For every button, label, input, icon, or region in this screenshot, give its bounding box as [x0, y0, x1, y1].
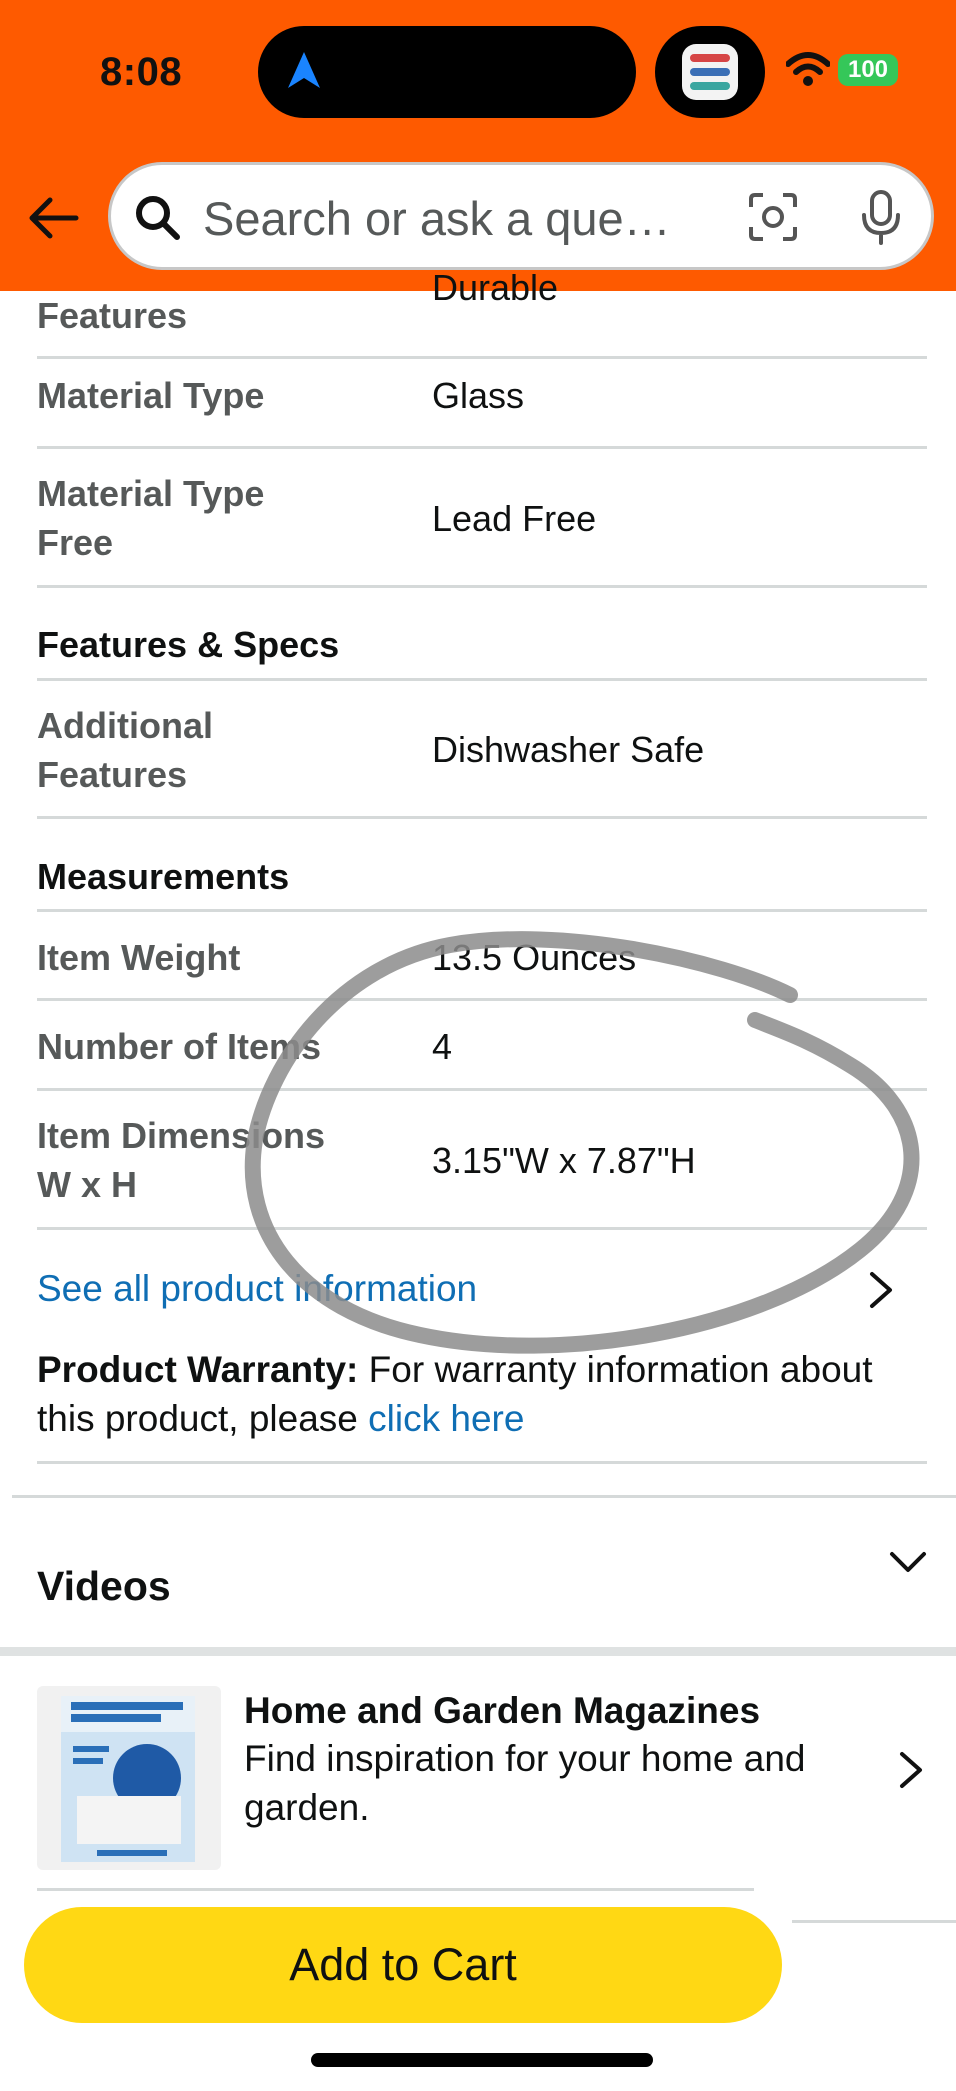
add-to-cart-button[interactable]: Add to Cart: [24, 1907, 782, 2023]
magazine-cover-art: [61, 1696, 195, 1862]
spec-label-material-type: Material Type: [37, 375, 265, 416]
row-divider: [37, 909, 927, 912]
back-arrow-icon[interactable]: [26, 190, 82, 246]
top-header: 8:08 100 Search or ask a que…: [0, 0, 956, 291]
row-divider: [37, 678, 927, 681]
search-bar[interactable]: Search or ask a que…: [108, 162, 934, 270]
spec-label-additional-1: Additional: [37, 705, 213, 746]
spec-label-dimensions-2: W x H: [37, 1164, 138, 1205]
app-icon[interactable]: [682, 44, 738, 100]
row-divider: [37, 356, 927, 359]
spec-value-item-weight: 13.5 Ounces: [432, 937, 637, 978]
row-divider: [792, 1920, 956, 1923]
camera-lens-icon[interactable]: [747, 191, 799, 243]
spec-value-cutoff: Durable: [432, 267, 559, 308]
spec-label-cutoff: Features: [37, 295, 188, 336]
see-all-product-info-link[interactable]: See all product information: [37, 1268, 477, 1310]
spec-value-number-of-items: 4: [432, 1026, 453, 1067]
status-time: 8:08: [100, 50, 183, 94]
navigation-arrow-icon: [288, 52, 320, 88]
section-divider-thick: [0, 1647, 956, 1656]
spec-label-number-of-items: Number of Items: [37, 1026, 322, 1067]
row-divider: [37, 446, 927, 449]
spec-value-additional: Dishwasher Safe: [432, 729, 705, 770]
spec-label-item-weight: Item Weight: [37, 937, 241, 978]
product-warranty-text: Product Warranty: For warranty informati…: [37, 1345, 917, 1443]
spec-label-material-free-2: Free: [37, 522, 114, 563]
search-input[interactable]: Search or ask a que…: [203, 191, 671, 246]
warranty-click-here-link[interactable]: click here: [368, 1398, 524, 1439]
row-divider: [37, 1888, 754, 1891]
section-features-specs: Features & Specs: [37, 624, 340, 665]
row-divider: [37, 1088, 927, 1091]
spec-label-material-free-1: Material Type: [37, 473, 265, 514]
spec-value-material-type: Glass: [432, 375, 525, 416]
row-divider: [37, 998, 927, 1001]
ad-title[interactable]: Home and Garden Magazines: [244, 1690, 760, 1732]
row-divider: [37, 1227, 927, 1230]
spec-label-additional-2: Features: [37, 754, 188, 795]
microphone-icon[interactable]: [857, 189, 905, 245]
videos-section-title[interactable]: Videos: [37, 1563, 171, 1610]
ad-description[interactable]: Find inspiration for your home and garde…: [244, 1734, 884, 1832]
home-indicator[interactable]: [311, 2053, 653, 2067]
chevron-right-icon[interactable]: [896, 1748, 926, 1792]
search-icon: [136, 196, 180, 240]
chevron-right-icon[interactable]: [866, 1268, 896, 1312]
magazine-cover-image[interactable]: [37, 1686, 221, 1870]
battery-icon: 100: [838, 54, 898, 86]
section-measurements: Measurements: [37, 856, 290, 897]
warranty-label: Product Warranty:: [37, 1349, 359, 1390]
chevron-down-icon[interactable]: [888, 1548, 928, 1576]
row-divider: [37, 585, 927, 588]
section-divider: [12, 1495, 956, 1498]
spec-label-dimensions-1: Item Dimensions: [37, 1115, 326, 1156]
wifi-icon: [786, 52, 830, 86]
row-divider: [37, 1461, 927, 1464]
row-divider: [37, 816, 927, 819]
spec-value-material-free: Lead Free: [432, 498, 597, 539]
spec-value-dimensions: 3.15"W x 7.87"H: [432, 1140, 696, 1181]
